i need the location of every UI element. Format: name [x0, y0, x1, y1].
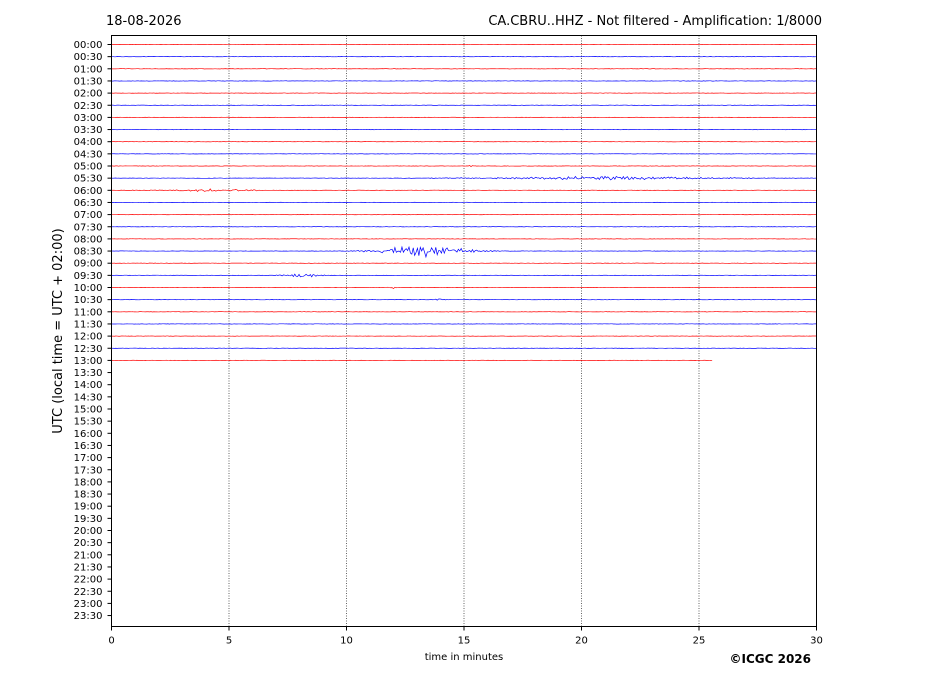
x-tick-label: 0	[108, 636, 114, 647]
y-tick-label: 21:30	[74, 562, 103, 573]
y-tick-label: 12:30	[74, 344, 103, 355]
y-tick-label: 21:00	[74, 550, 103, 561]
date-label: 18-08-2026	[106, 14, 182, 29]
y-tick-label: 06:30	[74, 198, 103, 209]
y-tick-label: 00:30	[74, 52, 103, 63]
y-tick-label: 11:00	[74, 307, 103, 318]
helicorder-chart: 18-08-2026 CA.CBRU..HHZ - Not filtered -…	[51, 14, 823, 666]
y-tick-label: 07:00	[74, 210, 103, 221]
trace-1030	[111, 298, 817, 301]
x-tick-label: 20	[575, 636, 588, 647]
x-tick-label: 25	[693, 636, 706, 647]
copyright-label: ©ICGC 2026	[729, 652, 811, 666]
y-tick-label: 04:30	[74, 149, 103, 160]
y-tick-label: 05:30	[74, 174, 103, 185]
x-tick-group: 0 5 10 15 20 25 30	[108, 626, 823, 647]
y-tick-label: 07:30	[74, 222, 103, 233]
y-tick-label: 04:00	[74, 137, 103, 148]
y-tick-label: 14:00	[74, 380, 103, 391]
grid-lines	[228, 35, 700, 627]
y-tick-label: 01:30	[74, 76, 103, 87]
y-tick-label: 02:30	[74, 101, 103, 112]
y-tick-label: 03:30	[74, 125, 103, 136]
y-tick-label: 14:30	[74, 392, 103, 403]
chart-title: CA.CBRU..HHZ - Not filtered - Amplificat…	[488, 14, 822, 29]
y-tick-label: 15:00	[74, 405, 103, 416]
y-tick-label: 08:00	[74, 234, 103, 245]
y-tick-label: 09:00	[74, 259, 103, 270]
y-tick-label: 18:30	[74, 490, 103, 501]
y-tick-label: 12:00	[74, 332, 103, 343]
y-tick-label: 13:30	[74, 368, 103, 379]
y-tick-label: 18:00	[74, 477, 103, 488]
y-tick-label: 16:30	[74, 441, 103, 452]
y-tick-label: 09:30	[74, 271, 103, 282]
y-tick-label: 22:30	[74, 587, 103, 598]
y-tick-label: 19:00	[74, 502, 103, 513]
y-tick-label: 10:00	[74, 283, 103, 294]
x-tick-label: 10	[340, 636, 353, 647]
y-tick-label: 01:00	[74, 64, 103, 75]
y-tick-label: 05:00	[74, 162, 103, 173]
seismogram-page: 18-08-2026 CA.CBRU..HHZ - Not filtered -…	[0, 0, 927, 696]
y-tick-label: 08:30	[74, 247, 103, 258]
y-axis-label: UTC (local time = UTC + 02:00)	[51, 228, 66, 433]
x-tick-label: 15	[458, 636, 471, 647]
y-tick-label: 00:00	[74, 40, 103, 51]
y-tick-label: 11:30	[74, 319, 103, 330]
x-axis-label: time in minutes	[425, 652, 504, 663]
y-tick-label: 10:30	[74, 295, 103, 306]
y-tick-label: 23:00	[74, 599, 103, 610]
y-tick-label: 06:00	[74, 186, 103, 197]
y-tick-label: 17:00	[74, 453, 103, 464]
y-tick-group: 00:0000:3001:0001:30 02:0002:3003:0003:30…	[74, 40, 112, 622]
y-tick-label: 15:30	[74, 417, 103, 428]
x-tick-label: 30	[810, 636, 823, 647]
y-tick-label: 16:00	[74, 429, 103, 440]
y-tick-label: 22:00	[74, 575, 103, 586]
y-tick-label: 20:30	[74, 538, 103, 549]
y-tick-label: 13:00	[74, 356, 103, 367]
y-tick-label: 03:00	[74, 113, 103, 124]
x-tick-label: 5	[226, 636, 232, 647]
y-tick-label: 23:30	[74, 611, 103, 622]
y-tick-label: 17:30	[74, 465, 103, 476]
y-tick-label: 19:30	[74, 514, 103, 525]
y-tick-label: 02:00	[74, 89, 103, 100]
y-tick-label: 20:00	[74, 526, 103, 537]
trace-0530	[111, 175, 817, 181]
